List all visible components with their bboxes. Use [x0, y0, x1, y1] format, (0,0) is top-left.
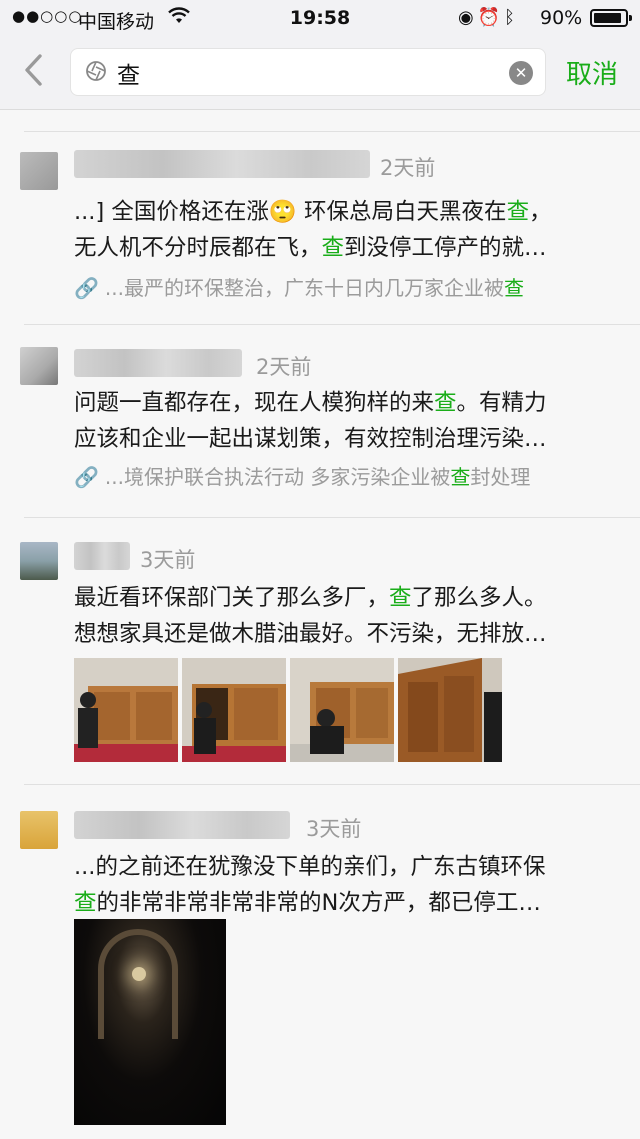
search-header: ✕ 取消: [0, 36, 640, 110]
content-line: 查的非常非常非常非常的N次方严，都已停工…: [74, 890, 541, 916]
content-line: 应该和企业一起出谋划策，有效控制治理污染…: [74, 426, 547, 452]
avatar: [20, 542, 58, 580]
stairwell-photo[interactable]: [74, 919, 226, 1125]
cancel-button[interactable]: 取消: [566, 54, 618, 91]
clear-icon[interactable]: ✕: [509, 61, 533, 85]
avatar: [20, 152, 58, 190]
post-time: 2天前: [256, 355, 312, 379]
content-line: 想想家具还是做木腊油最好。不污染，无排放…: [74, 621, 547, 647]
aperture-search-icon: [85, 60, 107, 88]
content-line: 问题一直都存在，现在人模狗样的来查。有精力: [74, 390, 547, 416]
search-box[interactable]: ✕: [70, 48, 546, 96]
battery-icon: [590, 9, 632, 27]
archway: [98, 929, 178, 1039]
alarm-icon: ⏰: [477, 7, 505, 28]
link-icon: 🔗: [74, 465, 99, 489]
shared-link[interactable]: 🔗 ...最严的环保整治，广东十日内几万家企业被查: [74, 272, 524, 301]
content-line: ...的之前还在犹豫没下单的亲们，广东古镇环保: [74, 854, 546, 880]
blurred-username: [74, 349, 242, 377]
status-bar: ●●○○○ 中国移动 19:58 ◉⏰ᛒ 90%: [0, 0, 640, 36]
bluetooth-icon: ᛒ: [504, 7, 519, 28]
back-button[interactable]: [20, 50, 54, 94]
post-time: 2天前: [380, 156, 436, 180]
search-results: 2天前 ...] 全国价格还在涨🙄 环保总局白天黑夜在查， 无人机不分时辰都在飞…: [0, 110, 640, 1139]
post-time: 3天前: [140, 548, 196, 572]
content-line: ...] 全国价格还在涨🙄 环保总局白天黑夜在查，: [74, 199, 552, 225]
result-item[interactable]: 2天前 问题一直都存在，现在人模狗样的来查。有精力 应该和企业一起出谋划策，有效…: [0, 325, 640, 517]
status-icons: ◉⏰ᛒ: [458, 7, 519, 28]
cabinet-photo[interactable]: [182, 658, 286, 762]
orientation-lock-icon: ◉: [458, 7, 478, 28]
avatar: [20, 811, 58, 849]
ceiling-lamp: [132, 967, 146, 981]
blurred-username: [74, 542, 130, 570]
shared-link[interactable]: 🔗 ...境保护联合执法行动 多家污染企业被查封处理: [74, 461, 530, 490]
avatar: [20, 347, 58, 385]
chevron-left-icon: [25, 54, 42, 86]
result-item[interactable]: 3天前 最近看环保部门关了那么多厂，查了那么多人。 想想家具还是做木腊油最好。不…: [0, 518, 640, 784]
cabinet-photo[interactable]: [290, 658, 394, 762]
content-line: 无人机不分时辰都在飞，查到没停工停产的就…: [74, 235, 547, 261]
blurred-username: [74, 150, 370, 178]
content-line: 最近看环保部门关了那么多厂，查了那么多人。: [74, 585, 547, 611]
cabinet-photo[interactable]: [398, 658, 502, 762]
battery-percent: 90%: [540, 7, 583, 29]
link-icon: 🔗: [74, 276, 99, 300]
blurred-username: [74, 811, 290, 839]
cabinet-photo[interactable]: [74, 658, 178, 762]
search-input[interactable]: [117, 57, 497, 89]
result-item[interactable]: 3天前 ...的之前还在犹豫没下单的亲们，广东古镇环保 查的非常非常非常非常的N…: [0, 785, 640, 1139]
post-time: 3天前: [306, 817, 362, 841]
result-item[interactable]: 2天前 ...] 全国价格还在涨🙄 环保总局白天黑夜在查， 无人机不分时辰都在飞…: [0, 132, 640, 324]
